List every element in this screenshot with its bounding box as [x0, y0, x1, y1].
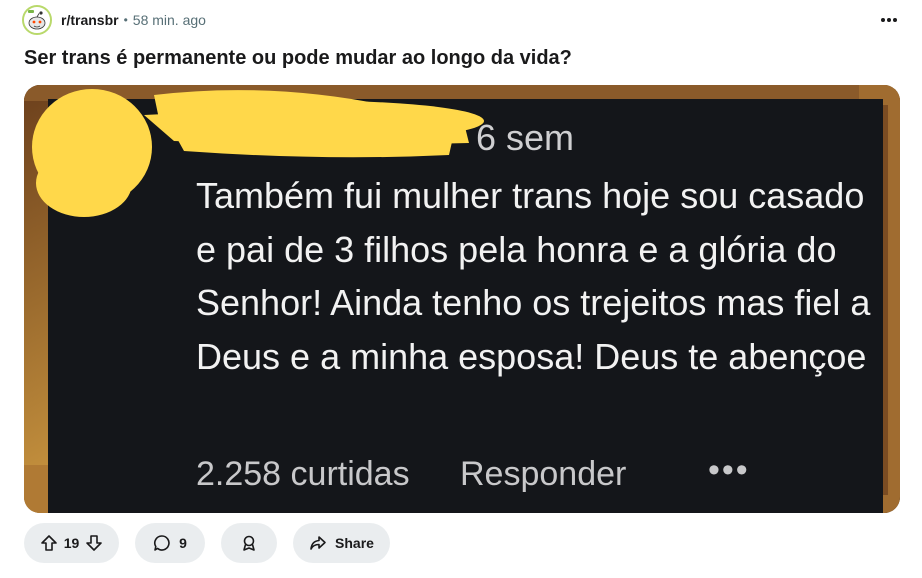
post-header: r/transbr • 58 min. ago: [22, 5, 902, 35]
award-button[interactable]: [221, 523, 277, 563]
share-arrow-icon: [309, 534, 327, 552]
award-icon: [240, 534, 258, 552]
post-action-bar: 19 9 Share: [24, 523, 390, 563]
vote-control: 19: [24, 523, 119, 563]
separator-dot: •: [123, 13, 128, 27]
upvote-arrow-icon[interactable]: [40, 534, 58, 552]
subreddit-name[interactable]: r/transbr: [61, 12, 119, 28]
post-title[interactable]: Ser trans é permanente ou pode mudar ao …: [24, 47, 572, 70]
share-button[interactable]: Share: [293, 523, 390, 563]
yellow-redaction-scribble: [32, 89, 484, 217]
more-options-icon[interactable]: [876, 7, 902, 33]
post-image[interactable]: 6 sem Também fui mulher trans hoje sou c…: [24, 85, 900, 513]
comments-button[interactable]: 9: [135, 523, 205, 563]
comment-count: 9: [179, 535, 187, 551]
post-time: 58 min. ago: [132, 12, 206, 28]
upvote-count: 19: [63, 535, 80, 551]
comment-bubble-icon: [153, 534, 171, 552]
downvote-arrow-icon[interactable]: [85, 534, 103, 552]
share-label: Share: [335, 535, 374, 551]
subreddit-avatar-icon[interactable]: [22, 5, 52, 35]
